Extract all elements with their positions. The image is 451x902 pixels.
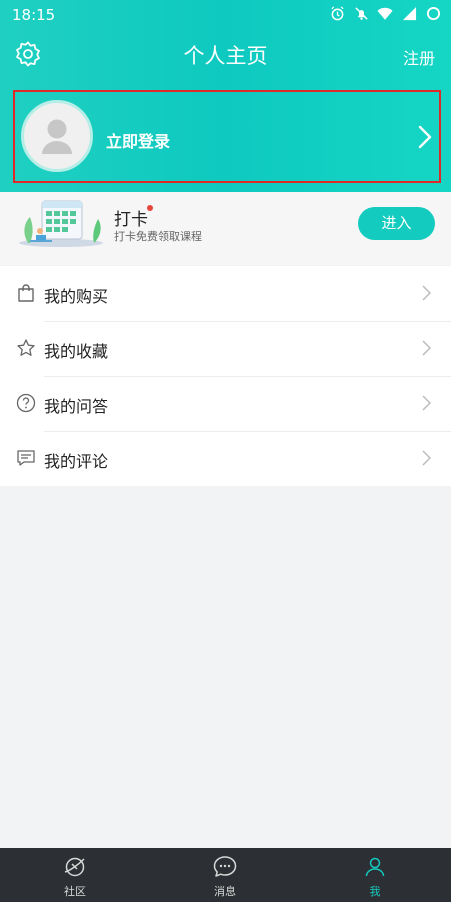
menu-item-label: 我的收藏 — [44, 342, 109, 361]
enter-button[interactable]: 进入 — [358, 207, 435, 240]
status-icons — [329, 5, 441, 21]
menu-item-qa[interactable]: 我的问答 — [0, 376, 451, 431]
register-link[interactable]: 注册 — [403, 45, 435, 69]
profile-icon — [362, 855, 388, 879]
menu-item-label: 我的评论 — [44, 452, 109, 471]
tab-community[interactable]: 社区 — [0, 848, 150, 902]
login-banner[interactable]: 立即登录 — [13, 90, 441, 183]
tab-me[interactable]: 我 — [300, 848, 450, 902]
tab-label: 社区 — [64, 885, 86, 898]
page-title: 个人主页 — [183, 44, 268, 68]
shopping-bag-icon — [16, 283, 36, 303]
tab-label: 消息 — [214, 885, 236, 898]
chevron-right-icon — [417, 125, 433, 149]
chevron-right-icon — [421, 395, 432, 411]
bottom-tab-bar: 社区 消息 我 — [0, 848, 451, 902]
question-icon — [16, 393, 36, 413]
menu-item-label: 我的问答 — [44, 397, 109, 416]
avatar — [21, 100, 93, 172]
menu-item-purchases[interactable]: 我的购买 — [0, 266, 451, 321]
profile-header: 18:15 个人主页 注册 立即登录 — [0, 0, 451, 192]
chevron-right-icon — [421, 340, 432, 356]
tab-label: 我 — [369, 885, 381, 898]
wifi-icon — [377, 5, 393, 21]
comment-icon — [16, 448, 36, 468]
notification-dot — [147, 205, 153, 211]
battery-icon — [425, 5, 441, 21]
profile-menu: 我的购买 我的收藏 我的问答 我的评论 — [0, 266, 451, 486]
planet-icon — [62, 855, 88, 879]
checkin-title: 打卡 — [114, 210, 148, 230]
star-icon — [16, 338, 36, 358]
mute-icon — [353, 5, 369, 21]
chevron-right-icon — [421, 450, 432, 466]
status-bar: 18:15 — [0, 0, 451, 30]
chevron-right-icon — [421, 285, 432, 301]
chat-bubble-icon — [212, 855, 238, 879]
checkin-subtitle: 打卡免费领取课程 — [114, 230, 202, 243]
menu-item-comments[interactable]: 我的评论 — [0, 431, 451, 486]
avatar-placeholder-icon — [42, 119, 72, 154]
checkin-card: 打卡 打卡免费领取课程 进入 — [0, 192, 451, 265]
tab-messages[interactable]: 消息 — [150, 848, 300, 902]
checkin-illustration — [16, 195, 106, 249]
status-time: 18:15 — [12, 6, 56, 24]
menu-item-label: 我的购买 — [44, 287, 109, 306]
signal-icon — [401, 5, 417, 21]
alarm-icon — [329, 5, 345, 21]
menu-item-favorites[interactable]: 我的收藏 — [0, 321, 451, 376]
login-label: 立即登录 — [106, 132, 171, 151]
